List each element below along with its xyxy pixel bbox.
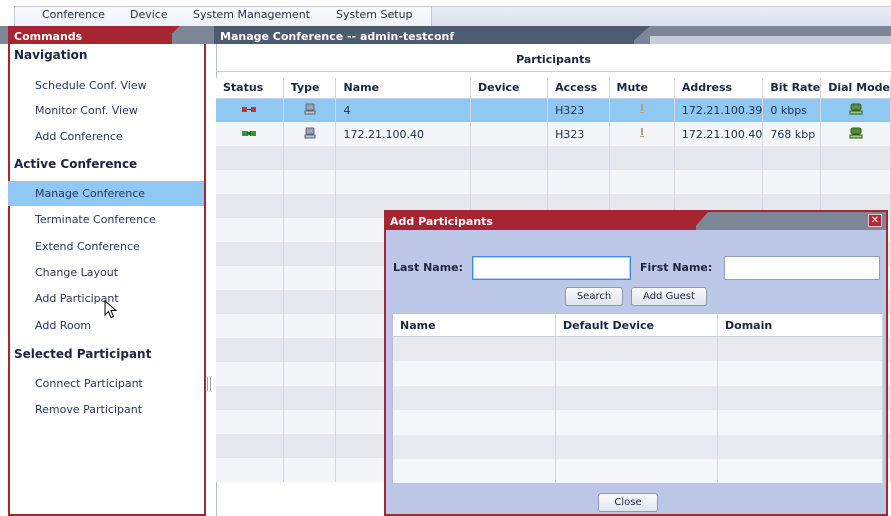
manage-conference-tab: Manage Conference -- admin-testconf [214,26,634,44]
dial-in-icon [849,127,863,138]
manage-tab-rest [650,36,891,44]
status-cell [216,98,284,122]
status-cell [216,122,284,146]
section-selected-participant: Selected Participant [14,347,152,361]
bitrate-cell: 768 kbp [762,122,822,146]
close-button[interactable]: Close [598,493,658,512]
device-cell [470,98,549,122]
column-header-device[interactable]: Device [470,78,549,99]
add-participants-dialog: Add Participants ✕ Last Name: First Name… [384,210,888,516]
menu-item-conference[interactable]: Conference [42,8,105,21]
section-navigation: Navigation [14,48,88,62]
command-connect-participant[interactable]: Connect Participant [35,377,143,390]
top-menu-bar: Conference Device System Management Syst… [0,0,891,26]
manage-tab-edge [630,26,650,44]
command-schedule-conf-view[interactable]: Schedule Conf. View [35,79,147,92]
menu-item-system-management[interactable]: System Management [193,8,310,21]
participants-title: Participants [216,48,891,72]
add-guest-button[interactable]: Add Guest [631,287,707,306]
device-cell [470,122,549,146]
column-header-mute[interactable]: Mute [609,78,675,99]
dialog-title-edge [692,212,708,230]
command-manage-conference[interactable]: Manage Conference [35,187,145,200]
table-row[interactable]: 172.21.100.40 H323 172.21.100.40 768 kbp [216,122,891,146]
table-row [392,410,883,435]
table-row [216,146,891,170]
bitrate-cell: 0 kbps [762,98,822,122]
connected-icon [242,130,257,136]
name-cell: 172.21.100.40 [335,122,471,146]
menu-item-device[interactable]: Device [130,8,168,21]
last-name-input[interactable] [472,256,631,280]
table-row[interactable]: 4 H323 172.21.100.39 0 kbps [216,98,891,122]
search-results-table: Name Default Device Domain [392,313,883,484]
column-header-domain[interactable]: Domain [717,313,883,337]
column-header-bit-rate[interactable]: Bit Rate [762,78,822,99]
mute-cell [609,98,675,122]
name-cell: 4 [335,98,471,122]
phone-icon [304,127,316,138]
command-monitor-conf-view[interactable]: Monitor Conf. View [35,104,138,117]
close-icon[interactable]: ✕ [868,214,882,227]
disconnected-icon [242,106,257,112]
first-name-label: First Name: [640,261,713,274]
table-row [392,385,883,410]
column-header-status[interactable]: Status [216,78,284,99]
splitter-handle[interactable] [207,377,211,391]
dial-out-icon [849,103,863,115]
last-name-label: Last Name: [393,261,464,274]
phone-icon [304,103,316,115]
column-header-name[interactable]: Name [335,78,471,99]
commands-tab-edge [160,26,180,44]
mouse-cursor-icon [104,300,118,319]
table-row [392,434,883,459]
type-cell [283,122,337,146]
address-cell: 172.21.100.39 [674,98,764,122]
table-row [392,361,883,386]
column-header-default-device[interactable]: Default Device [555,313,718,337]
command-add-room[interactable]: Add Room [35,319,91,332]
mic-icon [639,103,644,113]
table-row [216,170,891,194]
commands-tab: Commands [8,26,172,44]
menu-item-system-setup[interactable]: System Setup [336,8,413,21]
access-cell: H323 [547,122,610,146]
column-header-name[interactable]: Name [392,313,556,337]
search-button[interactable]: Search [565,287,623,306]
section-active-conference: Active Conference [14,157,138,171]
command-add-conference[interactable]: Add Conference [35,130,123,143]
address-cell: 172.21.100.40 [674,122,764,146]
column-header-dial-mode[interactable]: Dial Mode [820,78,891,99]
command-extend-conference[interactable]: Extend Conference [35,240,140,253]
dialog-title: Add Participants [386,212,696,230]
column-header-access[interactable]: Access [547,78,610,99]
type-cell [283,98,337,122]
dial-mode-cell [820,98,891,122]
command-remove-participant[interactable]: Remove Participant [35,403,142,416]
column-header-type[interactable]: Type [283,78,337,99]
command-terminate-conference[interactable]: Terminate Conference [35,213,156,226]
command-change-layout[interactable]: Change Layout [35,266,118,279]
table-row [392,459,883,484]
first-name-input[interactable] [724,256,880,280]
access-cell: H323 [547,98,610,122]
mic-icon [639,127,644,137]
table-row [392,336,883,361]
mute-cell [609,122,675,146]
column-header-address[interactable]: Address [674,78,764,99]
dial-mode-cell [820,122,891,146]
